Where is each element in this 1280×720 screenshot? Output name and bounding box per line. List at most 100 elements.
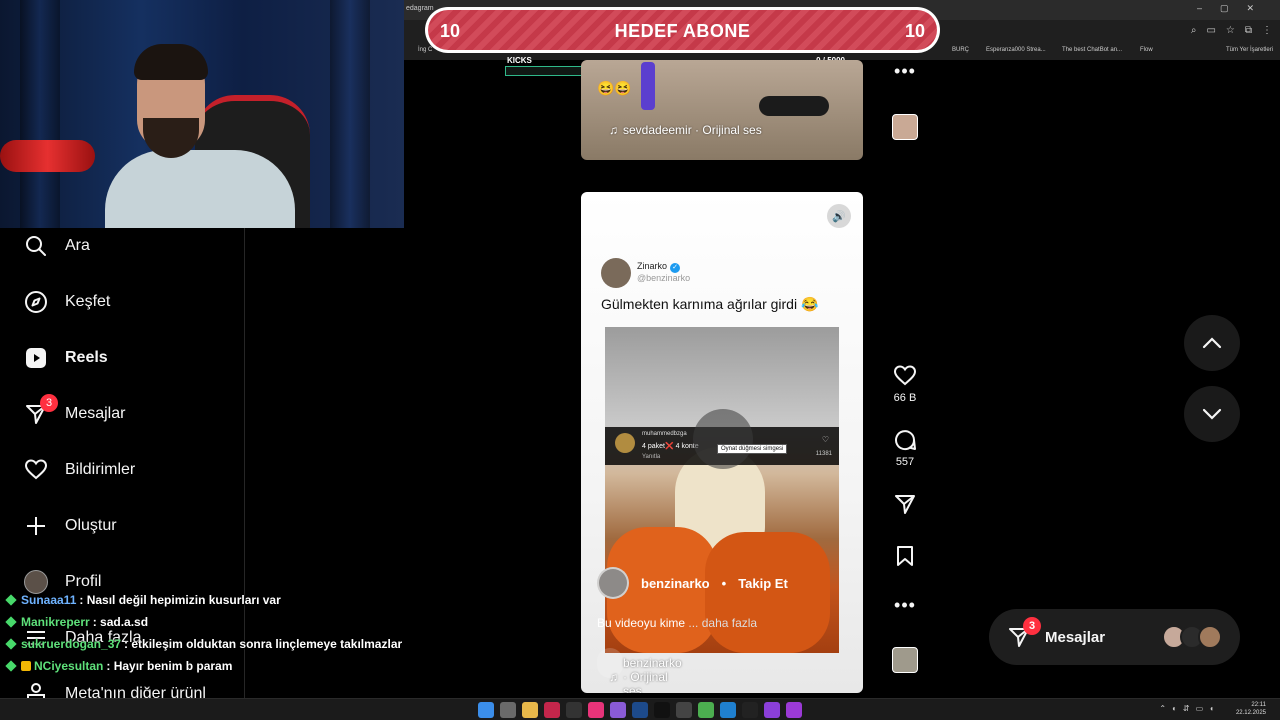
chat-message: Sunaaa11 : Nasıl değil hepimizin kusurla… [4,589,424,611]
clock-date: 22.12.2025 [1235,710,1266,716]
photoshop-icon[interactable] [632,702,648,718]
search-icon [24,234,48,258]
app-icon[interactable] [786,702,802,718]
notification-badge: 3 [40,394,58,412]
messages-pill-label: Mesajlar [1045,628,1106,646]
bookmark-icon [897,546,913,566]
reel-author-avatar[interactable] [597,567,629,599]
chrome-icon[interactable] [698,702,714,718]
comment-likes: 11381 [815,451,832,457]
reel-audio-pill[interactable]: ♫ benzinarko · Orijinal ses [597,648,682,693]
share-button[interactable] [890,492,920,516]
sidebar-item-messages[interactable]: 3 Mesajlar [24,394,125,426]
previous-reel-button[interactable] [1184,315,1240,371]
chevron-down-icon [1202,408,1222,420]
embedded-video[interactable]: muhammedbzga 4 paket❌ 4 konte Yanıtla ♡ … [605,327,839,653]
chat-message: NCiyesultan : Hayır benim b param [4,655,424,677]
browser-tab[interactable]: edagram [406,5,434,12]
chat-text: : Nasıl değil hepimizin kusurları var [79,593,281,607]
app-icon[interactable] [676,702,692,718]
bookmark-item[interactable]: BURÇ [952,47,969,53]
audio-thumbnail[interactable] [892,114,918,140]
clock-time: 22:11 [1251,702,1266,708]
windows-start-icon[interactable] [478,702,494,718]
webcam-overlay [0,0,404,228]
sidebar-item-search[interactable]: Ara [24,234,90,258]
taskbar-clock[interactable]: 22:11 22.12.2025 [1236,701,1266,717]
sidebar-item-explore[interactable]: Keşfet [24,290,110,314]
tooltip: Oynat düğmesi simgesi [717,444,788,454]
comment-button[interactable]: 557 [890,428,920,468]
chat-text: : sad.a.sd [92,615,149,629]
chat-username: NCiyesultan [34,659,104,673]
app-icon[interactable] [764,702,780,718]
file-explorer-icon[interactable] [522,702,538,718]
chat-username: Manikreperr [21,615,90,629]
more-options-button[interactable]: ••• [890,61,920,81]
sidebar-item-label: Bildirimler [65,461,136,478]
extensions-icon[interactable]: ⧉ [1245,25,1252,36]
app-icon[interactable] [544,702,560,718]
follow-button[interactable]: Takip Et [738,576,788,591]
sidebar-item-create[interactable]: Oluştur [24,514,117,538]
bottle-shape [641,62,655,110]
reel-card-current[interactable]: 🔊 Zinarko ✓ @benzinarko Gülmekten karnıma… [581,192,863,693]
sidebar-item-label: Keşfet [65,293,111,310]
verified-icon: ✓ [670,263,681,273]
comment-reply: Yanıtla [642,454,661,460]
subscriber-goal-banner: 10 HEDEF ABONE 10 [425,7,940,53]
bookmark-item[interactable]: Flow [1140,47,1153,53]
more-icon: ••• [894,61,916,81]
edge-icon[interactable] [720,702,736,718]
microphone [0,140,95,172]
app-icon[interactable] [742,702,758,718]
app-icon[interactable] [610,702,626,718]
sidebar-item-notifications[interactable]: Bildirimler [24,458,135,482]
save-button[interactable] [890,544,920,568]
reel-audio: ♫ benzinarko · Orijinal ses [609,656,682,693]
speaker-icon: 🔊 [832,210,846,223]
reel-card-previous[interactable]: 😆😆 ♫ sevdadeemir · Orijinal ses [581,60,863,160]
system-tray-icons[interactable]: ⌃◐⇵▭◖ [1159,704,1220,713]
menu-icon[interactable]: ⋮ [1262,25,1272,36]
app-icon[interactable] [566,702,582,718]
reel-emoji: 😆😆 [597,80,632,96]
instagram-icon[interactable] [588,702,604,718]
window-controls[interactable]: –▢✕ [1197,3,1272,14]
windows-taskbar: ⌃◐⇵▭◖ 22:11 22.12.2025 [0,698,1280,720]
tweet-author: Zinarko ✓ [637,261,681,273]
diamond-icon [5,638,17,650]
stream-chat: Sunaaa11 : Nasıl değil hepimizin kusurla… [4,589,424,677]
bookmark-item[interactable]: İng C [418,47,432,53]
message-avatars [1162,625,1222,649]
tiktok-icon[interactable] [654,702,670,718]
star-icon[interactable]: ☆ [1226,25,1235,36]
bookmark-item[interactable]: The best ChatBot an... [1062,47,1122,53]
taskview-icon[interactable] [500,702,516,718]
like-count: 66 B [893,392,917,404]
sidebar-item-reels[interactable]: Reels [24,346,108,370]
cast-icon[interactable]: ▭ [1206,25,1215,36]
next-reel-button[interactable] [1184,386,1240,442]
reel-caption-text: Bu videoyu kime [597,616,686,630]
chat-username: sukruerdogan_37 [21,637,122,651]
like-button[interactable]: 66 B [890,364,920,404]
play-button[interactable] [693,409,753,469]
goal-title: HEDEF ABONE [614,21,751,41]
chat-text: : Hayır benim b param [106,659,233,673]
more-options-button[interactable]: ••• [890,596,920,614]
streamer-hair [134,44,208,80]
audio-thumbnail[interactable] [892,647,918,673]
reel-author-name[interactable]: benzinarko [641,576,710,591]
reel-author-row: benzinarko • Takip Et [597,567,788,599]
caption-more-link[interactable]: ... daha fazla [688,616,757,630]
reel-audio[interactable]: ♫ sevdadeemir · Orijinal ses [609,123,762,137]
search-icon[interactable]: ⌕ [1191,25,1197,36]
sound-toggle-button[interactable]: 🔊 [827,204,851,228]
taskbar-apps [478,702,802,718]
bookmark-item[interactable]: Esperanza000 Strea... [986,47,1046,53]
chat-username: Sunaaa11 [21,593,77,607]
messages-pill-button[interactable]: 3 Mesajlar [989,609,1240,665]
bookmark-item[interactable]: Tüm Yer İşaretleri [1226,47,1273,53]
tweet-handle: @benzinarko [637,273,691,283]
